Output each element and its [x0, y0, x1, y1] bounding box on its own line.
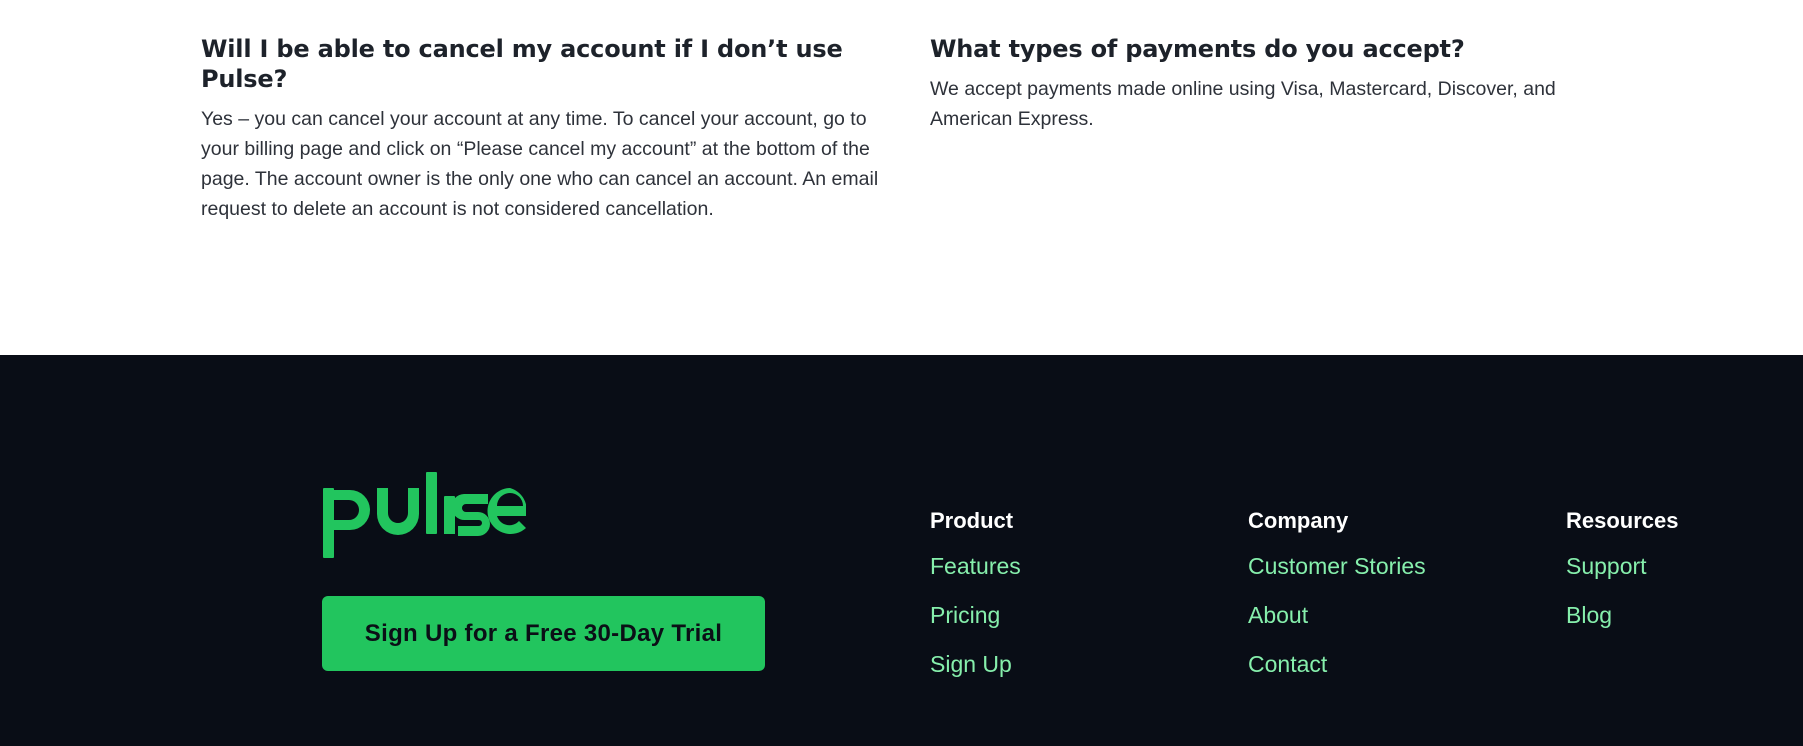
- faq-answer: We accept payments made online using Vis…: [930, 78, 1556, 130]
- faq-item-cancel-account: Will I be able to cancel my account if I…: [201, 34, 881, 224]
- footer-link-customer-stories[interactable]: Customer Stories: [1248, 553, 1426, 579]
- footer-link-pricing[interactable]: Pricing: [930, 602, 1000, 628]
- faq-answer: Yes – you can cancel your account at any…: [201, 108, 879, 220]
- faq-question: What types of payments do you accept?: [930, 35, 1465, 63]
- pulse-logo[interactable]: [320, 472, 526, 560]
- footer-column-heading: Resources: [1566, 508, 1679, 533]
- footer-column-company: Company Customer Stories About Contact: [1248, 508, 1426, 700]
- faq-question: Will I be able to cancel my account if I…: [201, 35, 843, 93]
- free-trial-signup-button[interactable]: Sign Up for a Free 30-Day Trial: [322, 596, 765, 671]
- footer-column-resources: Resources Support Blog: [1566, 508, 1679, 651]
- footer-link-about[interactable]: About: [1248, 602, 1308, 628]
- footer-link-features[interactable]: Features: [930, 553, 1021, 579]
- footer-link-support[interactable]: Support: [1566, 553, 1647, 579]
- site-footer: Sign Up for a Free 30-Day Trial Product …: [0, 355, 1803, 746]
- faq-item-payment-types: What types of payments do you accept? We…: [930, 34, 1610, 134]
- footer-column-heading: Product: [930, 508, 1014, 533]
- faq-section: Will I be able to cancel my account if I…: [0, 0, 1803, 355]
- footer-column-heading: Company: [1248, 508, 1349, 533]
- footer-link-blog[interactable]: Blog: [1566, 602, 1612, 628]
- footer-column-product: Product Features Pricing Sign Up: [930, 508, 1021, 700]
- footer-link-sign-up[interactable]: Sign Up: [930, 651, 1012, 677]
- footer-link-contact[interactable]: Contact: [1248, 651, 1327, 677]
